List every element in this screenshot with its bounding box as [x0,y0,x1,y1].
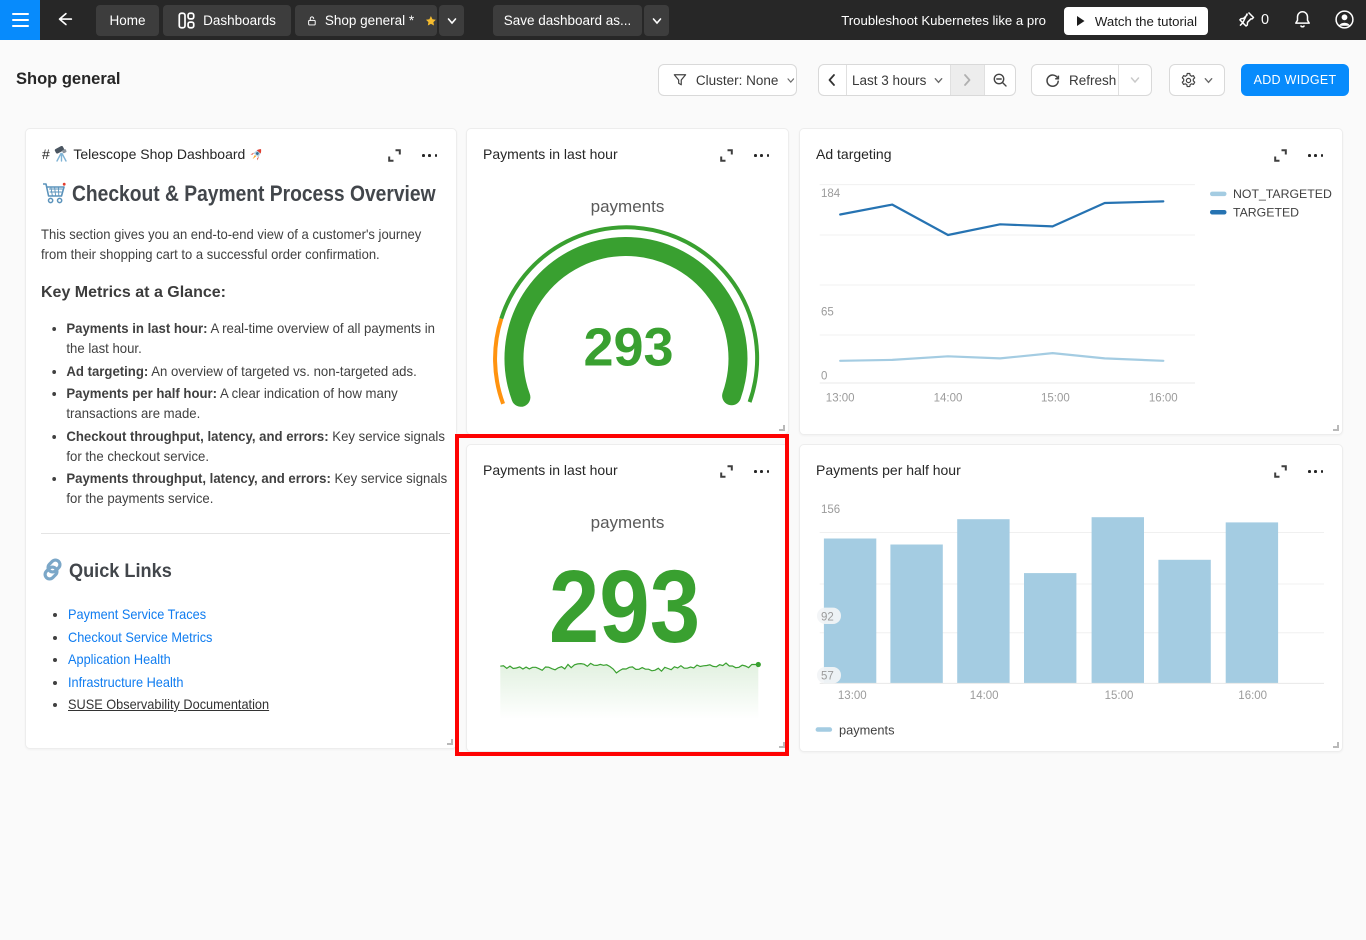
svg-text:14:00: 14:00 [970,690,999,702]
svg-text:0: 0 [821,371,827,383]
svg-text:293: 293 [583,318,673,378]
svg-text:16:00: 16:00 [1149,393,1178,405]
svg-text:156: 156 [821,504,840,516]
svg-text:57: 57 [821,671,834,683]
svg-text:65: 65 [821,307,834,319]
svg-text:184: 184 [821,188,841,200]
svg-text:payments: payments [839,723,894,738]
svg-text:92: 92 [821,611,834,623]
svg-text:13:00: 13:00 [826,393,855,405]
svg-text:15:00: 15:00 [1041,393,1070,405]
svg-text:NOT_TARGETED: NOT_TARGETED [1233,187,1332,201]
svg-text:14:00: 14:00 [934,393,963,405]
svg-text:TARGETED: TARGETED [1233,206,1299,220]
svg-text:16:00: 16:00 [1238,690,1267,702]
svg-text:13:00: 13:00 [838,690,867,702]
svg-text:15:00: 15:00 [1105,690,1134,702]
